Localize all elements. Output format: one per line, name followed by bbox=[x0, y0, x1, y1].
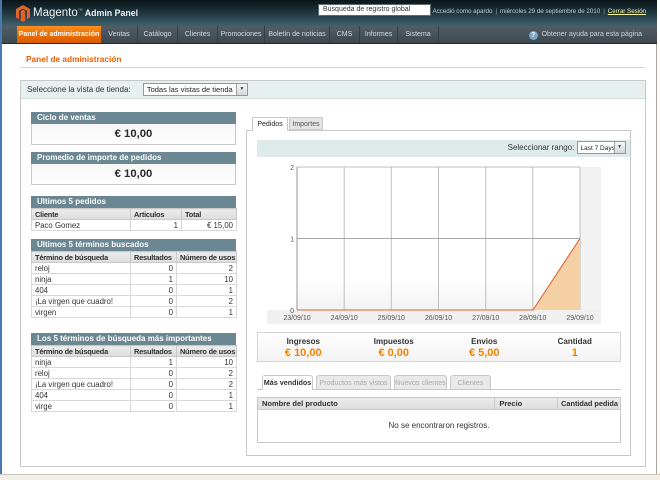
svg-text:23/09/10: 23/09/10 bbox=[283, 315, 310, 322]
svg-text:1: 1 bbox=[290, 237, 294, 244]
svg-text:29/09/10: 29/09/10 bbox=[566, 315, 593, 322]
svg-text:28/09/10: 28/09/10 bbox=[519, 315, 546, 322]
svg-text:25/09/10: 25/09/10 bbox=[378, 315, 405, 322]
svg-text:2: 2 bbox=[290, 165, 294, 172]
svg-text:26/09/10: 26/09/10 bbox=[425, 315, 452, 322]
svg-text:24/09/10: 24/09/10 bbox=[331, 315, 358, 322]
svg-text:27/09/10: 27/09/10 bbox=[472, 315, 499, 322]
svg-text:0: 0 bbox=[290, 308, 294, 315]
